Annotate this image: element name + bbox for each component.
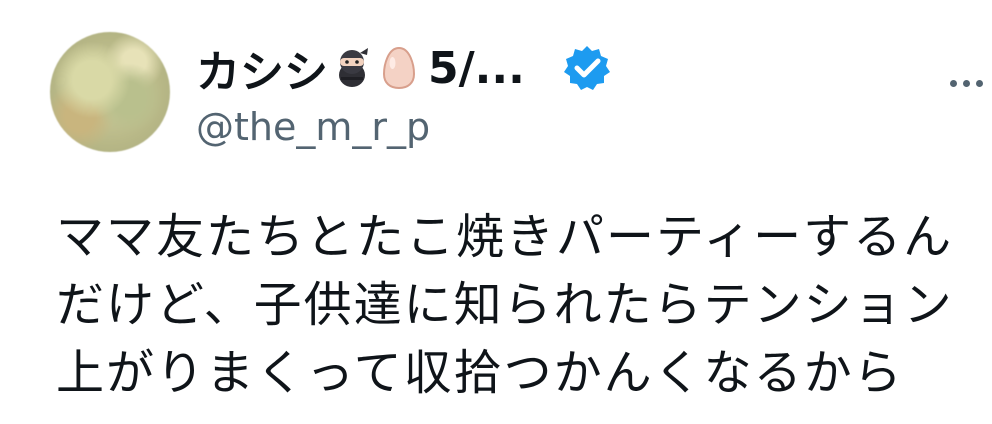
verified-badge-icon[interactable] — [563, 44, 611, 92]
author-name-row[interactable]: カシシ 5/... — [196, 38, 611, 98]
more-options-icon — [962, 79, 970, 87]
ninja-icon — [339, 48, 368, 87]
tweet-text: ママ友たちとたこ焼きパーティーするんだけど、子供達に知られたらテンション上がりま… — [56, 209, 954, 401]
display-name[interactable]: カシシ — [196, 36, 328, 100]
user-handle[interactable]: @the_m_r_p — [196, 105, 430, 149]
display-name-suffix: 5/... — [428, 42, 525, 94]
more-options-button[interactable] — [942, 65, 990, 101]
avatar[interactable] — [50, 32, 170, 152]
more-options-icon — [949, 79, 957, 87]
more-options-icon — [975, 79, 983, 87]
egg-icon — [382, 46, 416, 90]
tweet-card: カシシ 5/... @the_m_r_p ママ友たちとたこ焼きパーティーするんだ… — [0, 0, 992, 424]
